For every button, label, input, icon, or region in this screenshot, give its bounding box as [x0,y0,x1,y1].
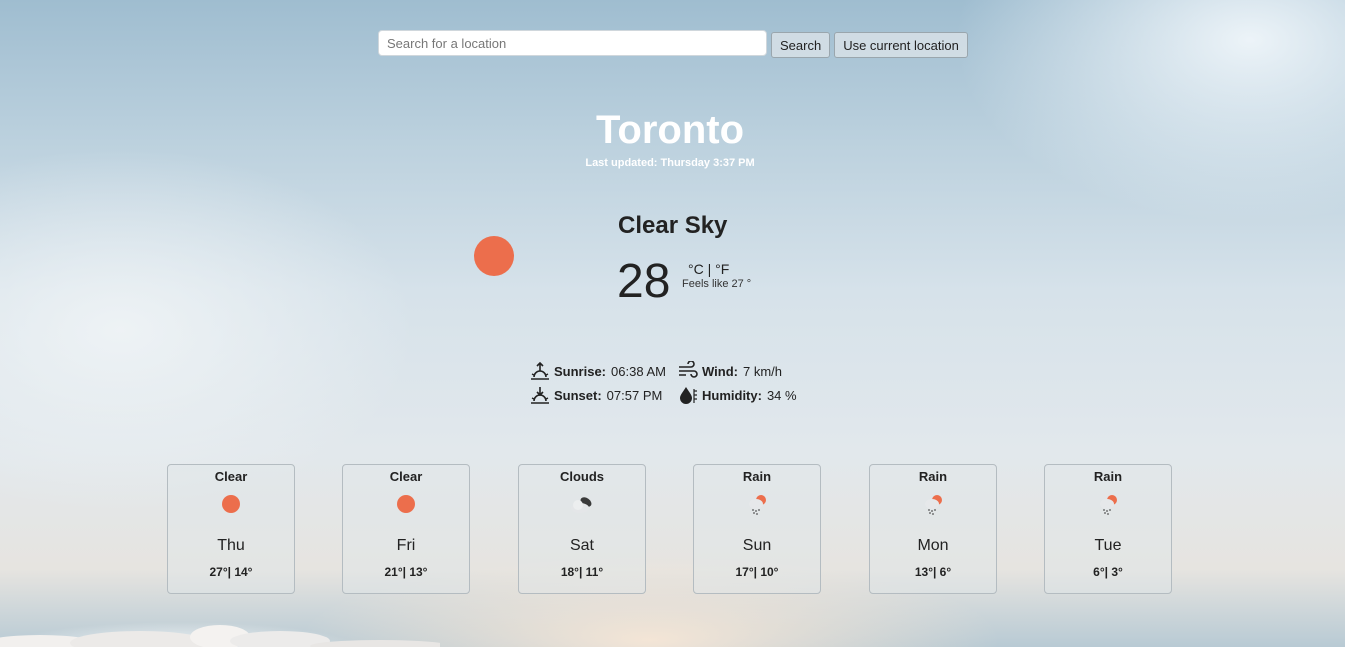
sunrise-row: Sunrise: 06:38 AM [530,361,666,381]
city-title: Toronto [595,108,745,152]
forecast-day: Sat [569,537,594,554]
forecast-temps: 27°| 14° [209,565,253,579]
forecast-temps: 6°| 3° [1093,565,1123,579]
sunset-row: Sunset: 07:57 PM [530,385,662,405]
current-condition: Clear Sky [618,212,728,239]
sunset-value: 07:57 PM [606,387,663,403]
forecast-day: Sun [742,537,772,554]
current-temperature: 28 [617,255,671,308]
wind-row: Wind: 7 km/h [678,361,782,381]
search-input[interactable] [378,30,767,56]
sunrise-label: Sunrise: [554,363,607,379]
forecast-temps: 17°| 10° [735,565,779,579]
use-current-location-button[interactable]: Use current location [834,32,968,58]
forecast-condition: Clear [214,469,248,484]
sunset-icon [531,387,549,404]
forecast-card-mon: Rain Mon 13°| 6° [869,464,997,594]
sunset-label: Sunset: [554,387,602,403]
wind-value: 7 km/h [742,363,782,379]
humidity-value: 34 % [766,387,797,403]
humidity-label: Humidity: [702,387,762,403]
forecast-temps: 13°| 6° [914,565,952,579]
forecast-day: Tue [1094,537,1122,554]
wind-icon [679,361,698,378]
last-updated: Last updated: Thursday 3:37 PM [585,157,755,169]
forecast-card-sat: Clouds Sat 18°| 11° [518,464,646,594]
forecast-day: Fri [396,537,416,554]
background-clouds [0,625,440,647]
forecast-temps: 18°| 11° [560,565,604,579]
forecast-card-fri: Clear Fri 21°| 13° [342,464,470,594]
forecast-card-tue: Rain Tue 6°| 3° [1044,464,1172,594]
humidity-icon [680,387,697,404]
forecast-card-sun: Rain Sun 17°| 10° [693,464,821,594]
rain-icon [749,495,766,515]
clouds-icon [571,497,592,513]
sun-icon [397,495,415,513]
forecast-condition: Rain [1093,469,1123,484]
rain-icon [925,495,942,515]
forecast-condition: Rain [918,469,948,484]
wind-label: Wind: [702,363,738,379]
search-bar: Search Use current location [378,30,968,58]
forecast-condition: Clear [389,469,423,484]
forecast-condition: Clouds [559,469,605,484]
forecast-card-thu: Clear Thu 27°| 14° [167,464,295,594]
search-button[interactable]: Search [771,32,831,58]
forecast-day: Thu [217,537,245,554]
sunrise-icon [531,361,549,380]
sunrise-value: 06:38 AM [611,363,666,379]
forecast-condition: Rain [742,469,772,484]
forecast-day: Mon [917,537,949,554]
unit-toggle[interactable]: °C | °F [688,261,729,277]
humidity-row: Humidity: 34 % [678,385,797,405]
forecast-temps: 21°| 13° [384,565,428,579]
sun-icon [474,236,514,276]
feels-like: Feels like 27 ° [682,278,752,290]
rain-icon [1100,495,1117,515]
sun-icon [222,495,240,513]
